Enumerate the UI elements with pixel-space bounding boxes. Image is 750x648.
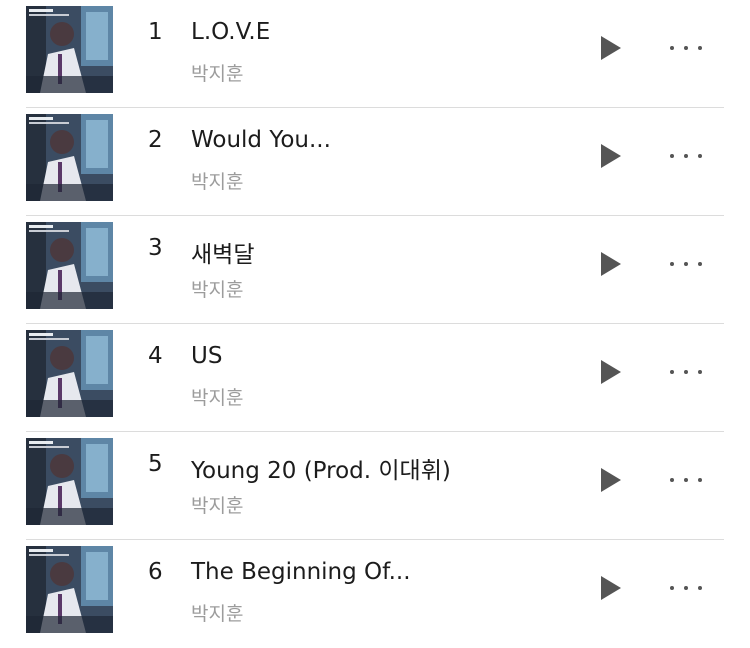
track-row[interactable]: 5 Young 20 (Prod. 이대휘) 박지훈 <box>0 432 750 540</box>
album-art <box>26 438 113 525</box>
play-icon[interactable] <box>599 251 623 277</box>
play-icon[interactable] <box>599 35 623 61</box>
track-row[interactable]: 1 L.O.V.E 박지훈 <box>0 0 750 108</box>
track-title[interactable]: Young 20 (Prod. 이대휘) <box>191 451 451 485</box>
more-options-icon[interactable] <box>668 574 704 598</box>
play-icon[interactable] <box>599 467 623 493</box>
track-artist[interactable]: 박지훈 <box>191 383 243 410</box>
track-title[interactable]: US <box>191 343 222 369</box>
track-artist[interactable]: 박지훈 <box>191 275 243 302</box>
album-art <box>26 222 113 309</box>
album-art <box>26 546 113 633</box>
track-number: 3 <box>148 235 163 261</box>
track-row[interactable]: 2 Would You... 박지훈 <box>0 108 750 216</box>
more-options-icon[interactable] <box>668 358 704 382</box>
track-title[interactable]: Would You... <box>191 127 331 153</box>
track-title[interactable]: L.O.V.E <box>191 19 270 45</box>
track-artist[interactable]: 박지훈 <box>191 167 243 194</box>
track-row[interactable]: 4 US 박지훈 <box>0 324 750 432</box>
track-row[interactable]: 3 새벽달 박지훈 <box>0 216 750 324</box>
album-art <box>26 330 113 417</box>
more-options-icon[interactable] <box>668 34 704 58</box>
track-number: 1 <box>148 19 163 45</box>
track-row[interactable]: 6 The Beginning Of... 박지훈 <box>0 540 750 648</box>
track-list: 1 L.O.V.E 박지훈 2 Would You... 박지훈 3 새벽달 박… <box>0 0 750 639</box>
track-title[interactable]: 새벽달 <box>191 235 254 269</box>
more-options-icon[interactable] <box>668 466 704 490</box>
play-icon[interactable] <box>599 575 623 601</box>
album-art <box>26 6 113 93</box>
play-icon[interactable] <box>599 359 623 385</box>
track-artist[interactable]: 박지훈 <box>191 491 243 518</box>
track-number: 2 <box>148 127 163 153</box>
track-number: 5 <box>148 451 163 477</box>
more-options-icon[interactable] <box>668 142 704 166</box>
track-number: 6 <box>148 559 163 585</box>
track-title[interactable]: The Beginning Of... <box>191 559 411 585</box>
track-artist[interactable]: 박지훈 <box>191 59 243 86</box>
play-icon[interactable] <box>599 143 623 169</box>
more-options-icon[interactable] <box>668 250 704 274</box>
album-art <box>26 114 113 201</box>
track-number: 4 <box>148 343 163 369</box>
track-artist[interactable]: 박지훈 <box>191 599 243 626</box>
